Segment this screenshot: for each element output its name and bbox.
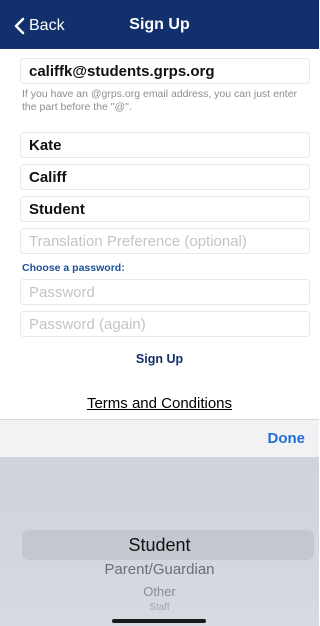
done-button[interactable]: Done — [268, 430, 306, 447]
last-name-field[interactable]: Califf — [20, 164, 310, 190]
home-indicator — [112, 619, 206, 623]
picker-option[interactable]: Staff — [0, 602, 319, 613]
first-name-field[interactable]: Kate — [20, 132, 310, 158]
picker-option[interactable]: Parent/Guardian — [0, 561, 319, 578]
role-field[interactable]: Student — [20, 196, 310, 222]
password-field[interactable]: Password — [20, 279, 310, 305]
page-title: Sign Up — [129, 16, 190, 33]
picker-option[interactable]: Other — [0, 584, 319, 599]
sign-up-button[interactable]: Sign Up — [0, 352, 319, 366]
nav-bar: Back Sign Up — [0, 0, 319, 49]
email-field[interactable]: califfk@students.grps.org — [20, 58, 310, 84]
password-again-field[interactable]: Password (again) — [20, 311, 310, 337]
password-section-label: Choose a password: — [22, 262, 125, 274]
terms-and-conditions-link[interactable]: Terms and Conditions — [0, 395, 319, 412]
picker-option-selected[interactable]: Student — [0, 535, 319, 556]
translation-preference-field[interactable]: Translation Preference (optional) — [20, 228, 310, 254]
picker-toolbar: Done — [0, 419, 319, 457]
email-hint: If you have an @grps.org email address, … — [22, 88, 298, 113]
